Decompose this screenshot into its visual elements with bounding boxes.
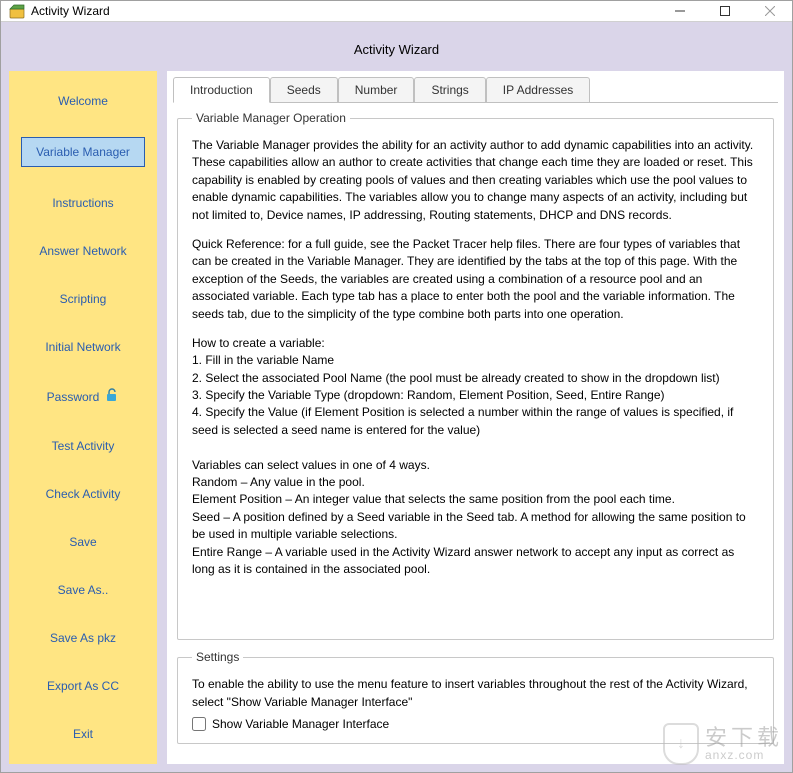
sidebar-item-export-as-cc[interactable]: Export As CC [21, 674, 145, 698]
sidebar-item-check-activity[interactable]: Check Activity [21, 482, 145, 506]
ways-random: Random – Any value in the pool. [192, 475, 365, 489]
settings-desc: To enable the ability to use the menu fe… [192, 676, 759, 711]
sidebar-item-welcome[interactable]: Welcome [21, 89, 145, 113]
titlebar: Activity Wizard [1, 1, 792, 22]
tab-introduction[interactable]: Introduction [173, 77, 270, 103]
window-title: Activity Wizard [31, 4, 657, 18]
sidebar-item-save-as[interactable]: Save As.. [21, 578, 145, 602]
checkbox-label: Show Variable Manager Interface [212, 717, 389, 731]
sidebar-item-exit[interactable]: Exit [21, 722, 145, 746]
operation-body: The Variable Manager provides the abilit… [192, 137, 759, 578]
window-controls [657, 1, 792, 21]
sidebar-item-initial-network[interactable]: Initial Network [21, 335, 145, 359]
operation-fieldset: Variable Manager Operation The Variable … [177, 111, 774, 640]
sidebar-item-scripting[interactable]: Scripting [21, 287, 145, 311]
sidebar-item-label: Initial Network [45, 340, 120, 354]
howto-step1: 1. Fill in the variable Name [192, 353, 334, 367]
close-button[interactable] [747, 1, 792, 21]
sidebar-item-answer-network[interactable]: Answer Network [21, 239, 145, 263]
show-variable-manager-checkbox[interactable] [192, 717, 206, 731]
howto-title: How to create a variable: [192, 336, 325, 350]
settings-checkbox-row: Show Variable Manager Interface [192, 717, 759, 731]
sidebar-item-save[interactable]: Save [21, 530, 145, 554]
sidebar-item-label: Exit [73, 727, 93, 741]
settings-fieldset: Settings To enable the ability to use th… [177, 650, 774, 744]
sidebar-item-save-as-pkz[interactable]: Save As pkz [21, 626, 145, 650]
sidebar: Welcome Variable Manager Instructions An… [9, 71, 157, 764]
content-area: Introduction Seeds Number Strings IP Add… [167, 71, 784, 764]
sidebar-item-label: Check Activity [46, 487, 121, 501]
sidebar-item-label: Welcome [58, 94, 108, 108]
app-window: Activity Wizard Activity Wizard Welcome … [0, 0, 793, 773]
settings-legend: Settings [192, 650, 243, 664]
howto-step3: 3. Specify the Variable Type (dropdown: … [192, 388, 665, 402]
unlock-icon [105, 388, 119, 405]
app-body: Activity Wizard Welcome Variable Manager… [1, 22, 792, 772]
operation-legend: Variable Manager Operation [192, 111, 350, 125]
ways-title: Variables can select values in one of 4 … [192, 458, 430, 472]
maximize-button[interactable] [702, 1, 747, 21]
sidebar-item-test-activity[interactable]: Test Activity [21, 434, 145, 458]
tabs: Introduction Seeds Number Strings IP Add… [167, 71, 784, 102]
sidebar-item-label: Save [69, 535, 96, 549]
ways-seed: Seed – A position defined by a Seed vari… [192, 510, 746, 541]
page-title: Activity Wizard [9, 30, 784, 71]
operation-para2: Quick Reference: for a full guide, see t… [192, 236, 759, 323]
tab-seeds[interactable]: Seeds [270, 77, 338, 102]
ways-element: Element Position – An integer value that… [192, 492, 675, 506]
sidebar-item-label: Scripting [60, 292, 107, 306]
howto-step2: 2. Select the associated Pool Name (the … [192, 371, 720, 385]
sidebar-item-label: Instructions [52, 196, 113, 210]
ways-range: Entire Range – A variable used in the Ac… [192, 545, 734, 576]
sidebar-item-password[interactable]: Password [21, 383, 145, 410]
tab-ip-addresses[interactable]: IP Addresses [486, 77, 591, 102]
sidebar-item-label: Variable Manager [36, 145, 130, 159]
tab-content: Variable Manager Operation The Variable … [173, 102, 778, 758]
tab-strings[interactable]: Strings [414, 77, 485, 102]
sidebar-item-label: Export As CC [47, 679, 119, 693]
main-layout: Welcome Variable Manager Instructions An… [9, 71, 784, 764]
sidebar-item-label: Answer Network [39, 244, 126, 258]
sidebar-item-variable-manager[interactable]: Variable Manager [21, 137, 145, 167]
operation-para1: The Variable Manager provides the abilit… [192, 137, 759, 224]
sidebar-item-label: Save As pkz [50, 631, 116, 645]
tab-number[interactable]: Number [338, 77, 415, 102]
sidebar-item-label: Password [47, 390, 100, 404]
sidebar-item-label: Test Activity [52, 439, 115, 453]
minimize-button[interactable] [657, 1, 702, 21]
app-icon [9, 3, 25, 19]
sidebar-item-instructions[interactable]: Instructions [21, 191, 145, 215]
sidebar-item-label: Save As.. [58, 583, 109, 597]
howto-step4: 4. Specify the Value (if Element Positio… [192, 405, 733, 436]
